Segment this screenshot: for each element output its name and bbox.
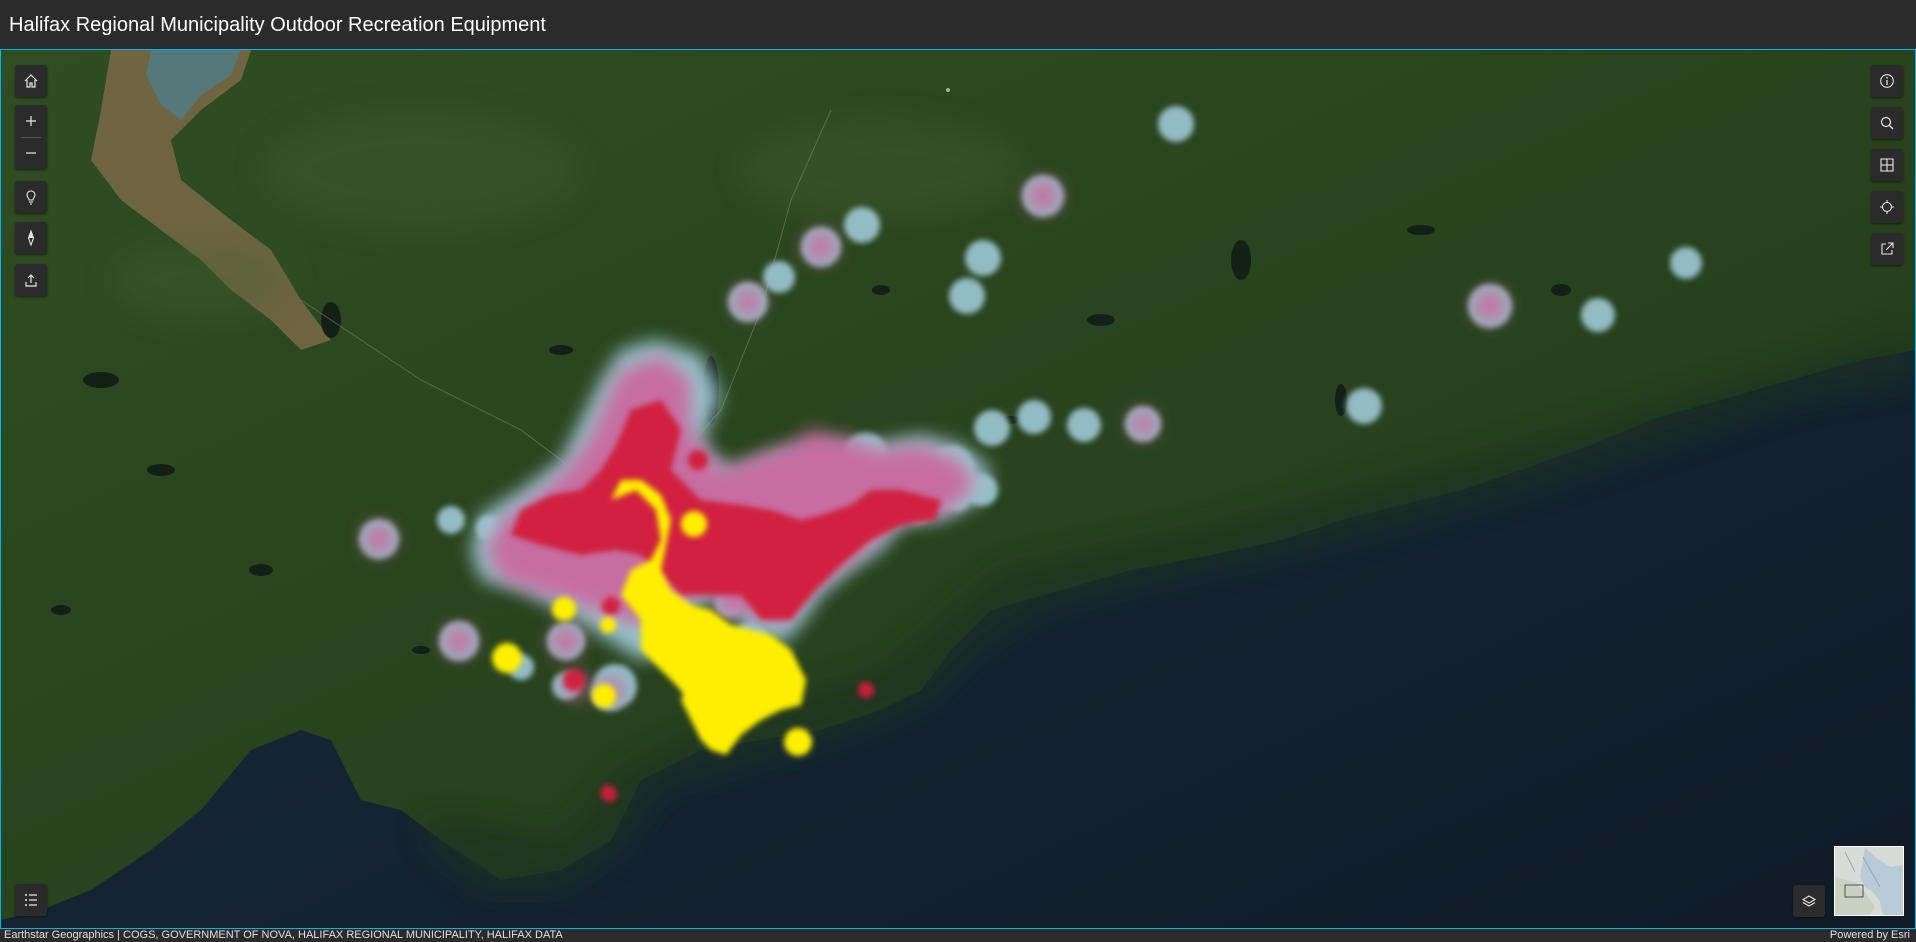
plus-icon	[26, 116, 36, 126]
home-button[interactable]	[15, 65, 47, 97]
search-icon	[1880, 116, 1894, 130]
attribution-text[interactable]: Earthstar Geographics | COGS, GOVERNMENT…	[4, 929, 563, 942]
search-button[interactable]	[1871, 107, 1903, 139]
locate-button[interactable]	[1871, 191, 1903, 223]
basemap-icon	[1880, 158, 1894, 172]
legend-button[interactable]	[15, 884, 47, 916]
export-icon	[1881, 242, 1894, 255]
home-icon	[24, 74, 38, 88]
powered-by-esri[interactable]: Powered by Esri	[1830, 929, 1910, 942]
town-marker	[946, 88, 950, 92]
app-title: Halifax Regional Municipality Outdoor Re…	[9, 14, 546, 36]
compass-button[interactable]	[15, 222, 47, 254]
zoom-control	[15, 105, 47, 169]
tips-button[interactable]	[15, 181, 47, 213]
share-button[interactable]	[15, 264, 47, 296]
basemap-gallery-button[interactable]	[1871, 149, 1903, 181]
export-button[interactable]	[1871, 233, 1903, 265]
compass-icon	[27, 230, 35, 246]
zoom-out-button[interactable]	[15, 137, 47, 169]
lightbulb-icon	[26, 190, 36, 205]
overview-map-image	[1835, 847, 1903, 915]
minus-icon	[26, 152, 36, 154]
zoom-in-button[interactable]	[15, 105, 47, 137]
satellite-basemap[interactable]	[1, 50, 1916, 929]
list-icon	[25, 894, 37, 906]
upload-icon	[25, 274, 37, 287]
map-view[interactable]	[0, 50, 1916, 929]
app-header: Halifax Regional Municipality Outdoor Re…	[0, 0, 1916, 50]
info-icon	[1880, 74, 1894, 88]
attribution-bar: Earthstar Geographics | COGS, GOVERNMENT…	[0, 929, 1916, 942]
info-button[interactable]	[1871, 65, 1903, 97]
layers-icon	[1801, 895, 1817, 907]
overview-map[interactable]	[1834, 846, 1904, 916]
locate-icon	[1880, 200, 1894, 214]
layers-button[interactable]	[1793, 885, 1825, 917]
